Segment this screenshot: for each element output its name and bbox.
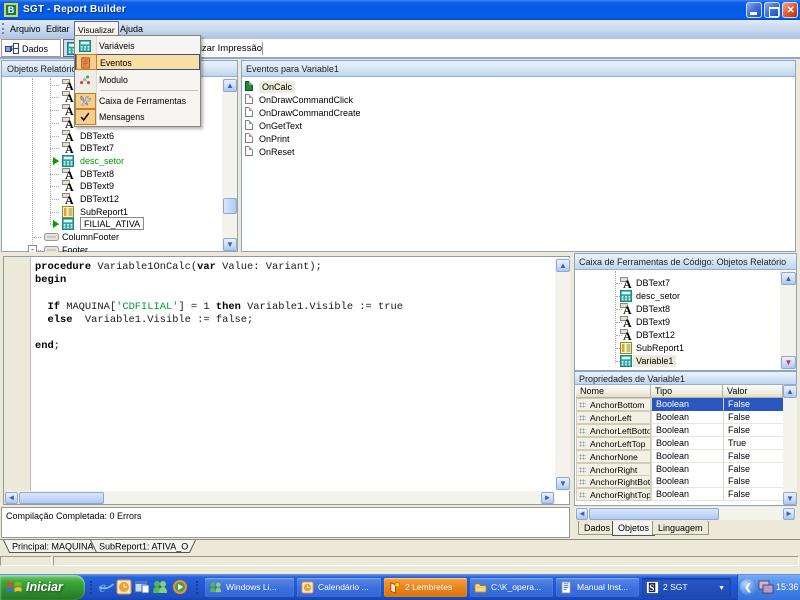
svg-text:A: A — [623, 277, 632, 289]
svg-text:A: A — [65, 193, 74, 205]
svg-text:A: A — [65, 168, 74, 180]
svg-text:A: A — [623, 303, 632, 315]
svg-text:Principal: MAQUINA: Principal: MAQUINA — [12, 542, 94, 552]
svg-text:SubReport1: ATIVA_O: SubReport1: ATIVA_O — [99, 542, 188, 552]
svg-text:A: A — [65, 79, 74, 91]
svg-text:A: A — [65, 117, 74, 129]
svg-text:A: A — [65, 180, 74, 192]
svg-text:S: S — [649, 584, 654, 594]
svg-text:A: A — [65, 142, 74, 154]
svg-text:A: A — [623, 316, 632, 328]
svg-text:A: A — [65, 91, 74, 103]
svg-text:A: A — [65, 130, 74, 142]
svg-text:A: A — [65, 104, 74, 116]
svg-text:A: A — [623, 329, 632, 341]
